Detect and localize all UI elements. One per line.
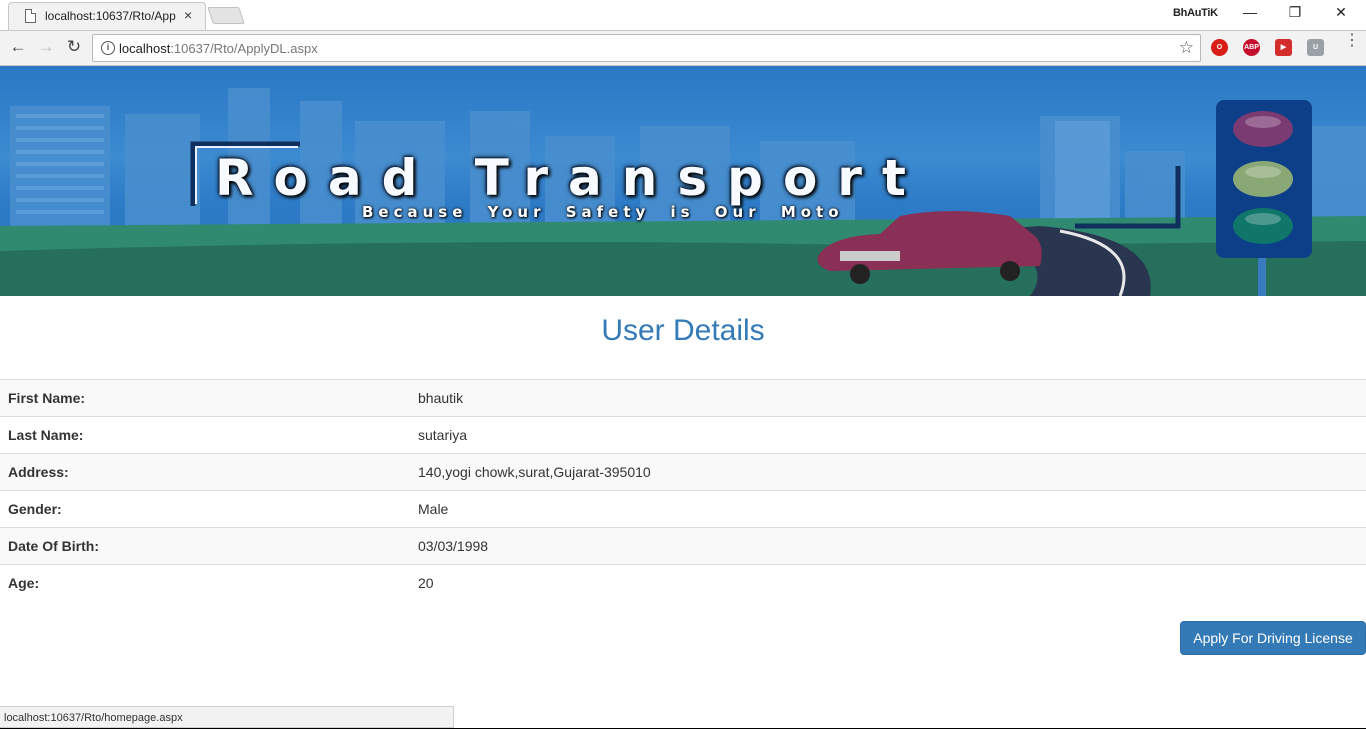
page-title: User Details: [601, 314, 765, 347]
dob-value: 03/03/1998: [418, 538, 489, 554]
url-host: localhost: [119, 41, 171, 56]
gender-label: Gender:: [8, 501, 62, 517]
address-value: 140,yogi chowk,surat,Gujarat-395010: [418, 464, 651, 480]
table-row: First Name: bhautik: [0, 379, 1366, 417]
browser-tab[interactable]: localhost:10637/Rto/App ×: [8, 2, 206, 30]
profile-name[interactable]: BhAuTiK: [1173, 7, 1218, 19]
adblock-icon[interactable]: ABP: [1243, 39, 1260, 56]
table-row: Gender: Male: [0, 490, 1366, 528]
status-bar-url: localhost:10637/Rto/homepage.aspx: [0, 706, 454, 728]
address-url[interactable]: localhost:10637/Rto/ApplyDL.aspx: [119, 41, 318, 56]
banner-tagline: Because Your Safety is Our Moto: [362, 203, 844, 221]
shield-icon[interactable]: U: [1307, 39, 1324, 56]
url-path: :10637/Rto/ApplyDL.aspx: [170, 41, 318, 56]
tab-title: localhost:10637/Rto/App: [45, 9, 176, 23]
table-row: Age: 20: [0, 564, 1366, 602]
gender-value: Male: [418, 501, 449, 517]
table-row: Last Name: sutariya: [0, 416, 1366, 454]
banner-title: Road Transport: [215, 149, 926, 207]
last-name-label: Last Name:: [8, 427, 84, 443]
forward-icon[interactable]: →: [35, 37, 57, 57]
apply-driving-license-button[interactable]: Apply For Driving License: [1180, 621, 1366, 655]
opera-icon[interactable]: O: [1211, 39, 1228, 56]
bookmark-star-icon[interactable]: ☆: [1179, 38, 1194, 58]
new-tab-button[interactable]: [207, 7, 245, 24]
age-label: Age:: [8, 575, 40, 592]
close-tab-icon[interactable]: ×: [184, 7, 192, 23]
restore-icon[interactable]: ❐: [1285, 4, 1305, 21]
first-name-value: bhautik: [418, 390, 464, 406]
user-details-table: First Name: bhautik Last Name: sutariya …: [0, 379, 1366, 602]
browser-menu-icon[interactable]: ⋮: [1344, 33, 1360, 49]
reload-icon[interactable]: ↻: [63, 37, 85, 57]
table-row: Date Of Birth: 03/03/1998: [0, 527, 1366, 565]
table-row: Address: 140,yogi chowk,surat,Gujarat-39…: [0, 453, 1366, 491]
browser-titlebar: localhost:10637/Rto/App × BhAuTiK — ❐ ✕: [0, 0, 1366, 30]
dob-label: Date Of Birth:: [8, 538, 99, 554]
first-name-label: First Name:: [8, 390, 86, 406]
close-window-icon[interactable]: ✕: [1331, 4, 1351, 21]
media-icon[interactable]: ▶: [1275, 39, 1292, 56]
minimize-icon[interactable]: —: [1240, 4, 1260, 20]
browser-toolbar: ← → ↻ i localhost:10637/Rto/ApplyDL.aspx…: [0, 30, 1366, 66]
address-label: Address:: [8, 464, 69, 480]
age-value: 20: [418, 575, 434, 592]
page-icon: [25, 9, 36, 23]
address-bar[interactable]: i localhost:10637/Rto/ApplyDL.aspx ☆: [92, 34, 1201, 62]
back-icon[interactable]: ←: [7, 37, 29, 57]
site-banner: Road Transport Because Your Safety is Ou…: [0, 66, 1366, 296]
last-name-value: sutariya: [418, 427, 468, 443]
info-icon[interactable]: i: [101, 41, 115, 55]
